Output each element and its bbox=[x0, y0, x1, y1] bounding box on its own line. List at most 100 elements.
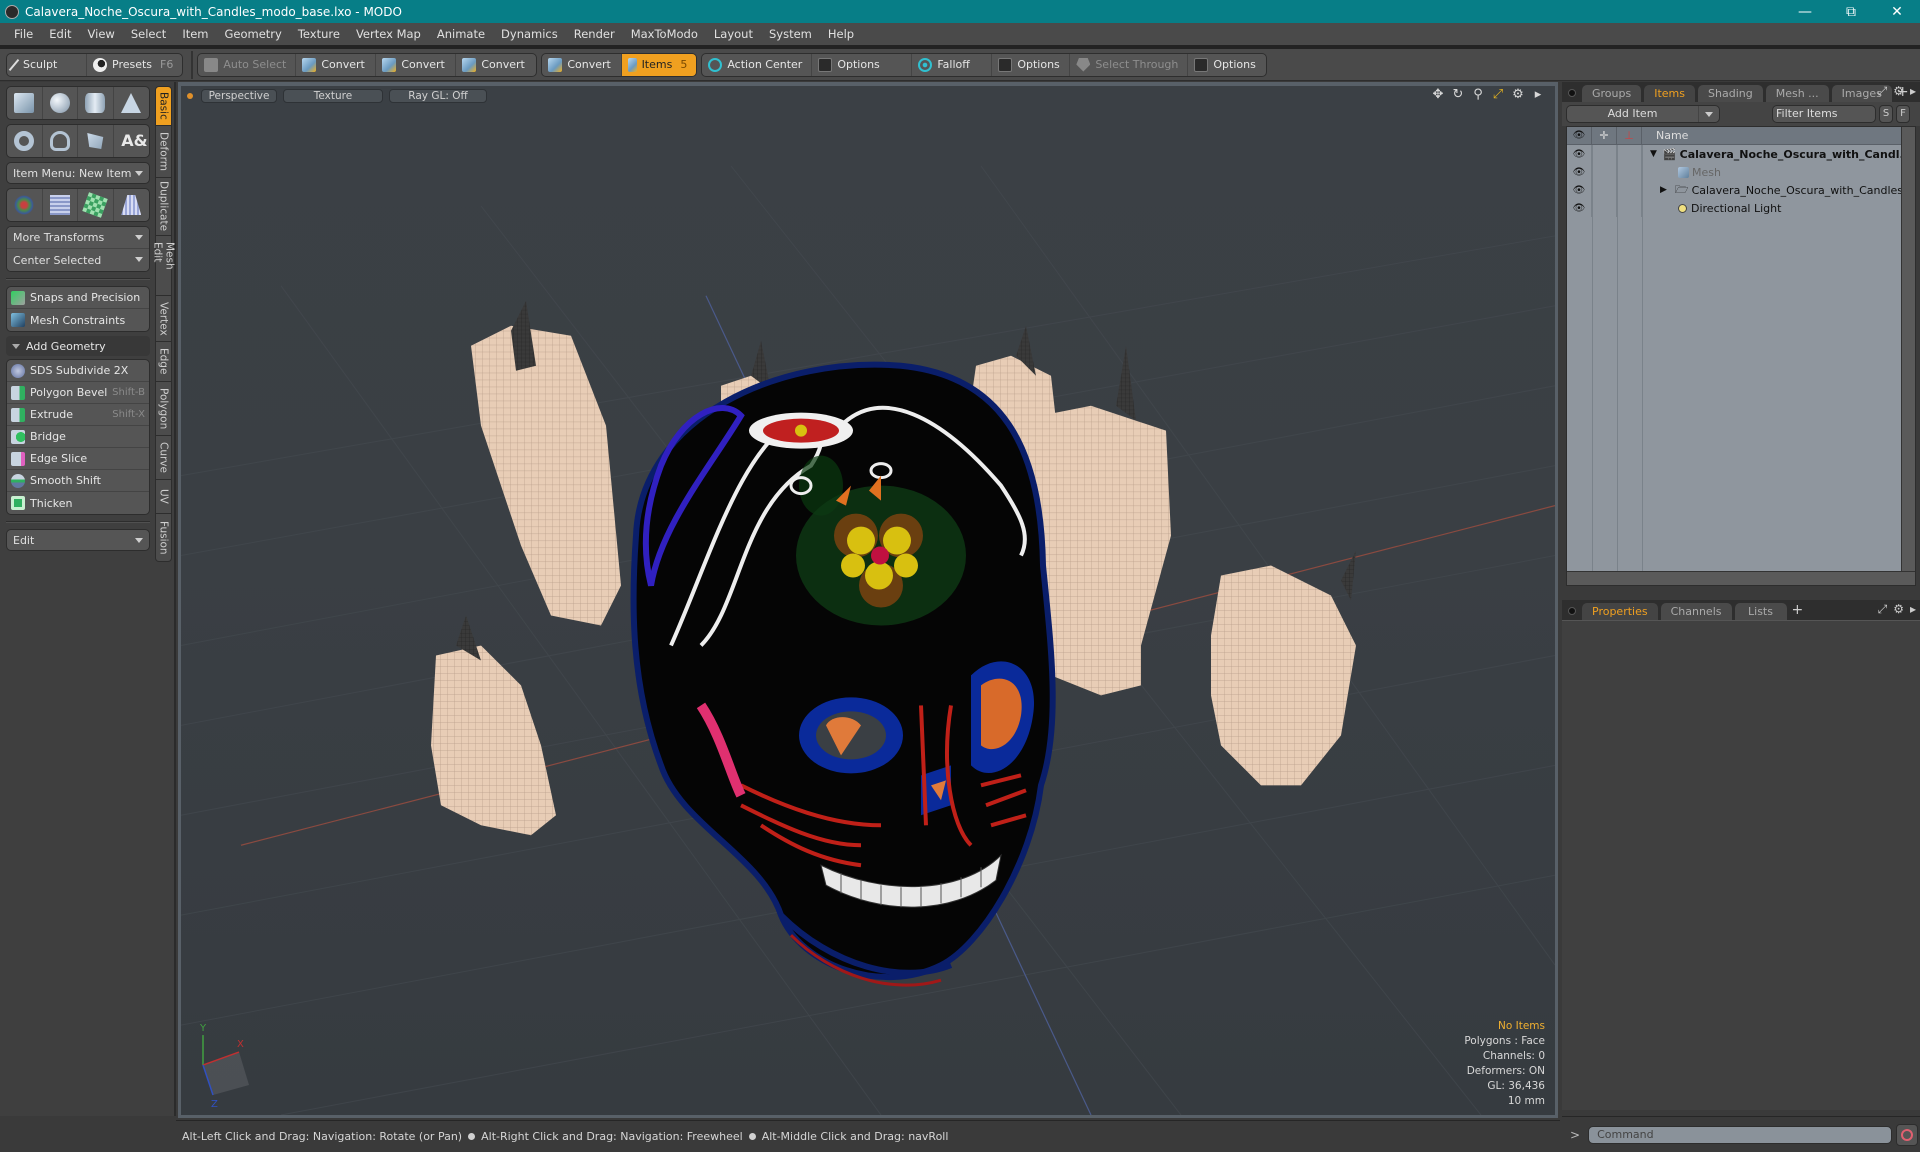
convert-vertices-button[interactable]: Convert bbox=[296, 53, 377, 76]
center-selected-dropdown[interactable]: Center Selected bbox=[7, 249, 149, 271]
bridge-button[interactable]: Bridge bbox=[7, 426, 149, 448]
gear-icon[interactable]: ⚙ bbox=[1511, 88, 1525, 102]
3d-viewport[interactable]: Y X Z Perspective Texture Ray GL: Off ✥ … bbox=[178, 82, 1558, 1118]
axis-column-icon[interactable]: ⊥ bbox=[1617, 127, 1642, 144]
s-button[interactable]: S bbox=[1879, 105, 1893, 123]
viewport-indicator-icon[interactable] bbox=[187, 93, 193, 99]
edit-dropdown[interactable]: Edit bbox=[6, 529, 150, 551]
gear-icon[interactable]: ⚙ bbox=[1893, 84, 1904, 99]
sculpt-button[interactable]: Sculpt bbox=[7, 53, 87, 76]
menu-dynamics[interactable]: Dynamics bbox=[493, 24, 566, 44]
menu-help[interactable]: Help bbox=[820, 24, 862, 44]
mesh-constraints-button[interactable]: Mesh Constraints bbox=[7, 309, 149, 331]
cone-tool[interactable] bbox=[114, 87, 150, 119]
maximize-icon[interactable]: ⤢ bbox=[1878, 84, 1888, 99]
add-geometry-header[interactable]: Add Geometry bbox=[6, 336, 150, 356]
menu-render[interactable]: Render bbox=[566, 24, 623, 44]
gear-icon[interactable]: ⚙ bbox=[1893, 602, 1904, 617]
tab-vertex[interactable]: Vertex bbox=[155, 296, 172, 342]
eye-icon[interactable]: 👁 bbox=[1567, 145, 1592, 163]
menu-maxtomodo[interactable]: MaxToModo bbox=[623, 24, 706, 44]
tab-edge[interactable]: Edge bbox=[155, 342, 172, 382]
item-row-group[interactable]: 👁 ▶ 🗁 Calavera_Noche_Oscura_with_Candles bbox=[1567, 181, 1915, 199]
menu-animate[interactable]: Animate bbox=[429, 24, 493, 44]
minimize-button[interactable]: — bbox=[1782, 0, 1828, 23]
tab-shading[interactable]: Shading bbox=[1698, 85, 1763, 102]
convert-edges-button[interactable]: Convert bbox=[376, 53, 457, 76]
view-type-dropdown[interactable]: Perspective bbox=[201, 89, 277, 103]
tab-mesh[interactable]: Mesh ... bbox=[1765, 85, 1829, 102]
more-transforms-dropdown[interactable]: More Transforms bbox=[7, 227, 149, 249]
command-input[interactable]: Command bbox=[1588, 1125, 1893, 1144]
item-row-mesh[interactable]: 👁 Mesh bbox=[1567, 163, 1915, 181]
spiral-tool[interactable] bbox=[43, 125, 78, 157]
edge-slice-button[interactable]: Edge Slice bbox=[7, 448, 149, 470]
menu-geometry[interactable]: Geometry bbox=[217, 24, 290, 44]
menu-select[interactable]: Select bbox=[123, 24, 174, 44]
action-center-button[interactable]: Action Center bbox=[702, 53, 813, 76]
tab-mesh-edit[interactable]: Mesh Edit bbox=[152, 236, 176, 296]
tab-channels[interactable]: Channels bbox=[1660, 603, 1732, 620]
falloff-options-button[interactable]: Options bbox=[992, 53, 1071, 76]
menu-system[interactable]: System bbox=[761, 24, 820, 44]
menu-edit[interactable]: Edit bbox=[41, 24, 79, 44]
auto-select-button[interactable]: Auto Select bbox=[198, 53, 297, 76]
convert-polygons-button[interactable]: Convert bbox=[456, 54, 536, 76]
transform-tool[interactable] bbox=[7, 189, 43, 221]
maximize-icon[interactable]: ⤢ bbox=[1878, 602, 1888, 617]
shading-dropdown[interactable]: Texture bbox=[283, 89, 383, 103]
vertical-scrollbar[interactable] bbox=[1901, 127, 1915, 585]
menu-texture[interactable]: Texture bbox=[290, 24, 348, 44]
zoom-icon[interactable]: ⚲ bbox=[1471, 88, 1485, 102]
panel-menu-icon[interactable] bbox=[1568, 89, 1576, 97]
checker-tool[interactable] bbox=[78, 189, 114, 221]
select-through-button[interactable]: Select Through bbox=[1070, 53, 1189, 76]
panel-menu-icon[interactable] bbox=[1568, 607, 1576, 615]
menu-vertex-map[interactable]: Vertex Map bbox=[348, 24, 429, 44]
f-button[interactable]: F bbox=[1896, 105, 1910, 123]
add-item-button[interactable]: Add Item bbox=[1566, 105, 1720, 123]
tab-items[interactable]: Items bbox=[1644, 85, 1696, 102]
menu-layout[interactable]: Layout bbox=[706, 24, 761, 44]
sds-subdivide-button[interactable]: SDS Subdivide 2X bbox=[7, 360, 149, 382]
tab-curve[interactable]: Curve bbox=[155, 436, 172, 480]
menu-file[interactable]: File bbox=[6, 24, 41, 44]
item-menu-dropdown[interactable]: Item Menu: New Item bbox=[6, 162, 150, 184]
raygl-dropdown[interactable]: Ray GL: Off bbox=[389, 89, 487, 103]
text-tool[interactable]: A& bbox=[114, 125, 150, 157]
restore-button[interactable]: ⧉ bbox=[1828, 0, 1874, 23]
eye-icon[interactable]: 👁 bbox=[1567, 181, 1592, 199]
tab-duplicate[interactable]: Duplicate bbox=[155, 178, 172, 236]
lock-column-icon[interactable]: ✛ bbox=[1592, 127, 1617, 144]
torus-tool[interactable] bbox=[7, 125, 43, 157]
cylinder-tool[interactable] bbox=[78, 87, 114, 119]
expand-arrow-icon[interactable]: ▸ bbox=[1910, 602, 1916, 617]
pan-icon[interactable]: ✥ bbox=[1431, 88, 1445, 102]
action-center-options-button[interactable]: Options bbox=[812, 53, 913, 76]
sphere-tool[interactable] bbox=[43, 87, 78, 119]
select-through-options-button[interactable]: Options bbox=[1188, 54, 1266, 76]
add-tab-icon[interactable]: + bbox=[1792, 602, 1804, 618]
tab-basic[interactable]: Basic bbox=[155, 86, 172, 126]
taper-tool[interactable] bbox=[114, 189, 150, 221]
tab-deform[interactable]: Deform bbox=[155, 126, 172, 178]
presets-button[interactable]: Presets F6 bbox=[87, 54, 182, 76]
tab-properties[interactable]: Properties bbox=[1582, 603, 1658, 620]
cube-tool[interactable] bbox=[7, 87, 43, 119]
items-mode-button[interactable]: Items 5 bbox=[622, 53, 697, 76]
polygon-bevel-button[interactable]: Polygon Bevel Shift-B bbox=[7, 382, 149, 404]
expand-triangle-icon[interactable]: ▶ bbox=[1660, 185, 1667, 195]
scene-render[interactable]: Y X Z bbox=[181, 86, 1555, 1115]
tab-groups[interactable]: Groups bbox=[1582, 85, 1642, 102]
chevron-down-icon[interactable] bbox=[1699, 106, 1719, 122]
record-macro-button[interactable] bbox=[1896, 1123, 1919, 1146]
expand-triangle-icon[interactable]: ▼ bbox=[1650, 149, 1657, 159]
visibility-column-icon[interactable]: 👁 bbox=[1567, 127, 1592, 144]
maximize-icon[interactable]: ⤢ bbox=[1491, 88, 1505, 102]
close-button[interactable]: ✕ bbox=[1874, 0, 1920, 23]
extrude-button[interactable]: Extrude Shift-X bbox=[7, 404, 149, 426]
rotate-icon[interactable]: ↻ bbox=[1451, 88, 1465, 102]
snaps-precision-button[interactable]: Snaps and Precision bbox=[7, 287, 149, 309]
falloff-button[interactable]: Falloff bbox=[912, 53, 993, 76]
tab-polygon[interactable]: Polygon bbox=[155, 382, 172, 436]
